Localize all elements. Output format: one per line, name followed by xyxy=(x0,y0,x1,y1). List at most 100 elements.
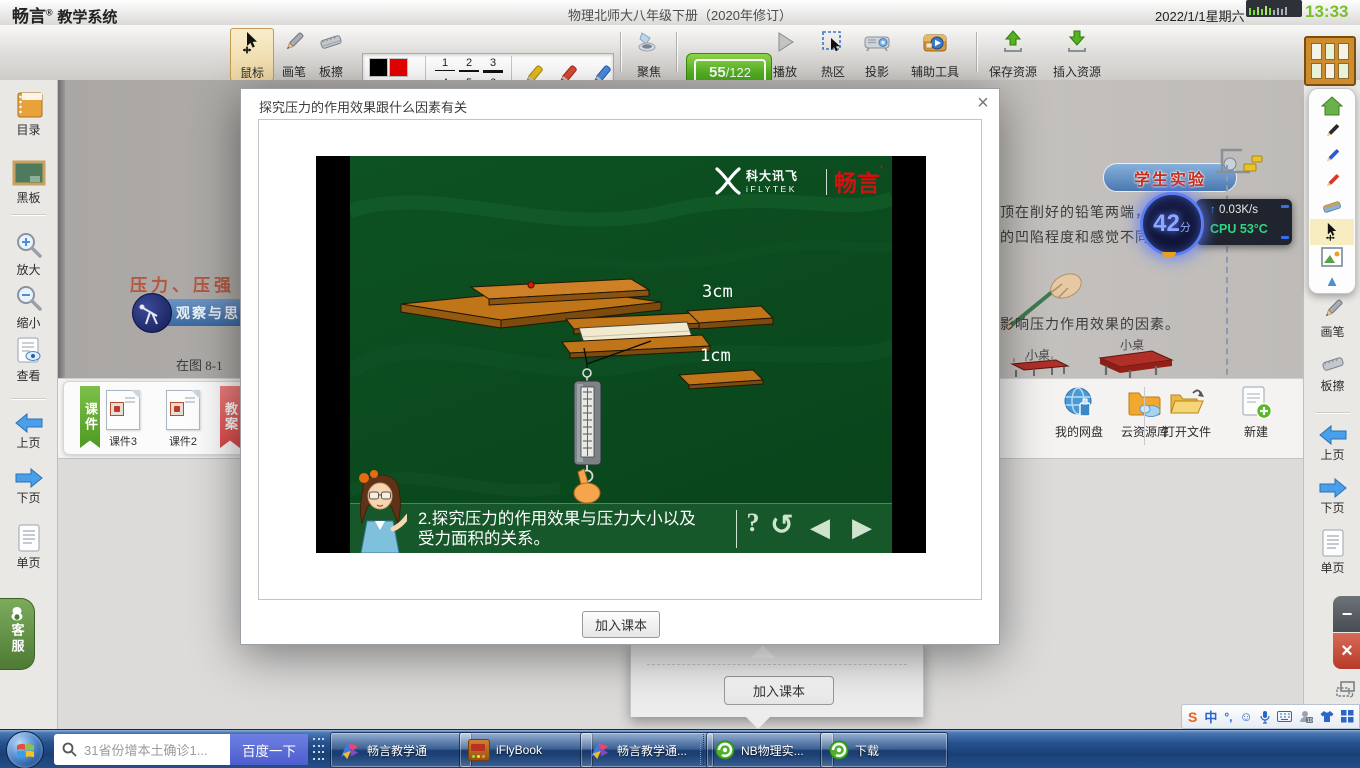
file-icon xyxy=(106,390,140,430)
sidebar-item-blackboard[interactable]: 黑板 xyxy=(0,160,57,205)
system-monitor-panel[interactable]: ↑ 0.03K/s CPU 53°C xyxy=(1196,199,1292,245)
projector-button[interactable]: 投影 xyxy=(857,28,897,79)
user-badge-icon[interactable]: 10 xyxy=(1299,710,1313,723)
sidebar-item-next-page[interactable]: 下页 xyxy=(0,468,57,505)
skin-shirt-icon[interactable] xyxy=(1320,710,1334,723)
windows-logo-icon xyxy=(16,741,35,759)
video-player[interactable]: 科大讯飞 iFLYTEK 畅言’ 3cm 1cm 2.探究压力的作用效果与压力大… xyxy=(316,156,926,553)
page-guide-dashed-line xyxy=(1226,165,1228,385)
mouse-tool-button[interactable]: 鼠标 xyxy=(230,28,274,81)
ime-mode-toggle[interactable]: 中 xyxy=(1204,707,1217,726)
video-prev-button[interactable]: ◀ xyxy=(802,512,838,543)
taskbar-search-box[interactable]: 31省份增本土确诊1... xyxy=(54,734,230,765)
play-button[interactable]: 播放 xyxy=(766,28,804,79)
emoji-icon[interactable]: ☺ xyxy=(1240,709,1253,724)
home-button[interactable] xyxy=(1321,93,1343,118)
color-black-swatch[interactable] xyxy=(369,58,388,77)
courseware-file-2[interactable]: 课件2 xyxy=(166,390,200,449)
taskbar-app-iflybook[interactable]: iFlyBook xyxy=(459,732,593,768)
sidebar-item-view[interactable]: 查看 xyxy=(0,336,57,383)
aux-tools-button[interactable]: 辅助工具 xyxy=(903,28,967,79)
keyboard-icon[interactable] xyxy=(1277,711,1292,722)
projector-icon xyxy=(863,30,891,54)
chevron-up-icon: ▲ xyxy=(1325,273,1340,290)
color-red-swatch[interactable] xyxy=(389,58,408,77)
start-button[interactable] xyxy=(6,731,44,768)
pencil-icon xyxy=(282,30,306,54)
thickness-3[interactable]: 3 xyxy=(481,58,505,73)
sidebar-item-zoom-out[interactable]: 缩小 xyxy=(0,283,57,330)
customer-service-tab[interactable]: 客服 xyxy=(0,598,35,670)
thickness-2[interactable]: 2 xyxy=(457,58,481,73)
right-pen-button[interactable]: 画笔 xyxy=(1304,296,1360,339)
courseware-tab[interactable]: 课件 xyxy=(80,386,100,448)
help-button[interactable]: ? xyxy=(742,508,764,538)
dialog-close-button[interactable]: × xyxy=(971,91,995,115)
new-file-button[interactable]: 新建 xyxy=(1226,385,1286,439)
panel-eraser-button[interactable] xyxy=(1321,194,1343,219)
book-text-line3: 影响压力作用效果的因素。 xyxy=(1000,314,1180,334)
lesson-plan-tab[interactable]: 教案 xyxy=(220,386,240,448)
taskbar-app-changyan2[interactable]: 畅言教学通... xyxy=(580,732,714,768)
cursor-move-icon xyxy=(240,31,264,55)
title-bar: 畅言® 教学系统 物理北师大八年级下册（2020年修订） 2022/1/1星期六… xyxy=(0,0,1360,26)
home-icon xyxy=(1321,96,1343,116)
system-time: 13:33 xyxy=(1305,2,1348,22)
right-prev-page[interactable]: 上页 xyxy=(1304,425,1360,462)
play-icon xyxy=(773,30,797,54)
popup-add-to-book-button[interactable]: 加入课本 xyxy=(724,676,834,705)
telescope-badge-icon xyxy=(132,293,172,333)
thickness-1[interactable]: 1 xyxy=(433,58,457,73)
right-next-page[interactable]: 下页 xyxy=(1304,478,1360,515)
my-netdisk-button[interactable]: 我的网盘 xyxy=(1046,385,1112,439)
replay-button[interactable]: ↺ xyxy=(766,508,798,541)
save-resource-button[interactable]: 保存资源 xyxy=(984,28,1042,79)
resource-wall-button[interactable] xyxy=(1304,36,1356,86)
punctuation-toggle-icon[interactable]: °, xyxy=(1224,710,1232,724)
eraser-tool-button[interactable]: 板擦 xyxy=(310,28,352,79)
single-page-icon xyxy=(16,523,42,553)
toolbox-grid-icon[interactable] xyxy=(1341,710,1354,723)
video-stage: 科大讯飞 iFLYTEK 畅言’ 3cm 1cm 2.探究压力的作用效果与压力大… xyxy=(350,156,892,553)
dialog-title: 探究压力的作用效果跟什么因素有关 xyxy=(259,97,467,116)
download-arrow-icon xyxy=(1065,30,1089,54)
pen-blue-button[interactable] xyxy=(1322,144,1342,169)
open-file-button[interactable]: 打开文件 xyxy=(1154,385,1220,439)
taskbar-app-download[interactable]: 下载 xyxy=(820,732,948,768)
panel-image-button[interactable] xyxy=(1321,245,1343,270)
microphone-icon[interactable] xyxy=(1260,710,1270,724)
modal-add-to-book-button[interactable]: 加入课本 xyxy=(582,611,660,638)
panel-cursor-button[interactable] xyxy=(1310,219,1354,244)
pen-red-button[interactable] xyxy=(1322,169,1342,194)
sidebar-item-single-page[interactable]: 单页 xyxy=(0,523,57,570)
pen-black-button[interactable] xyxy=(1322,118,1342,143)
sidebar-item-toc[interactable]: 目录 xyxy=(0,90,57,137)
close-button[interactable]: × xyxy=(1333,633,1360,669)
notebook-icon xyxy=(13,90,45,120)
taskbar-app-nb-physics[interactable]: NB物理实... xyxy=(706,732,834,768)
panel-collapse-button[interactable]: ▲ xyxy=(1325,270,1340,293)
cursor-move-icon xyxy=(1322,222,1342,242)
video-next-button[interactable]: ▶ xyxy=(844,512,880,543)
sidebar-item-zoom-in[interactable]: 放大 xyxy=(0,230,57,277)
caption-band: 2.探究压力的作用效果与压力大小以及 受力面积的关系。 ? ↺ ◀ ▶ xyxy=(350,503,892,553)
right-single-page[interactable]: 单页 xyxy=(1304,528,1360,575)
minimize-button[interactable]: − xyxy=(1333,596,1360,632)
small-table-image-2 xyxy=(1094,346,1174,380)
score-ring-widget[interactable]: 42 分 xyxy=(1140,192,1204,256)
restore-window-button[interactable] xyxy=(1335,680,1357,698)
pen-tool-button[interactable]: 画笔 xyxy=(274,28,314,79)
baidu-search-button[interactable]: 百度一下 xyxy=(230,734,308,765)
insert-resource-button[interactable]: 插入资源 xyxy=(1048,28,1106,79)
focus-tool-button[interactable]: 聚焦 xyxy=(628,28,670,79)
caption-divider xyxy=(736,510,737,548)
courseware-file-1[interactable]: 课件3 xyxy=(106,390,140,449)
right-eraser-button[interactable]: 板擦 xyxy=(1304,352,1360,393)
taskbar-app-changyan1[interactable]: 畅言教学通 xyxy=(330,732,472,768)
widget-drag-handle[interactable] xyxy=(313,738,325,762)
sogou-logo-icon[interactable]: S xyxy=(1188,709,1197,725)
sidebar-item-prev-page[interactable]: 上页 xyxy=(0,413,57,450)
taskbar: 31省份增本土确诊1... 百度一下 畅言教学通 iFlyBook 畅言教学通.… xyxy=(0,729,1360,768)
restore-window-icon xyxy=(1335,680,1357,698)
hotzone-button[interactable]: 热区 xyxy=(813,28,853,79)
